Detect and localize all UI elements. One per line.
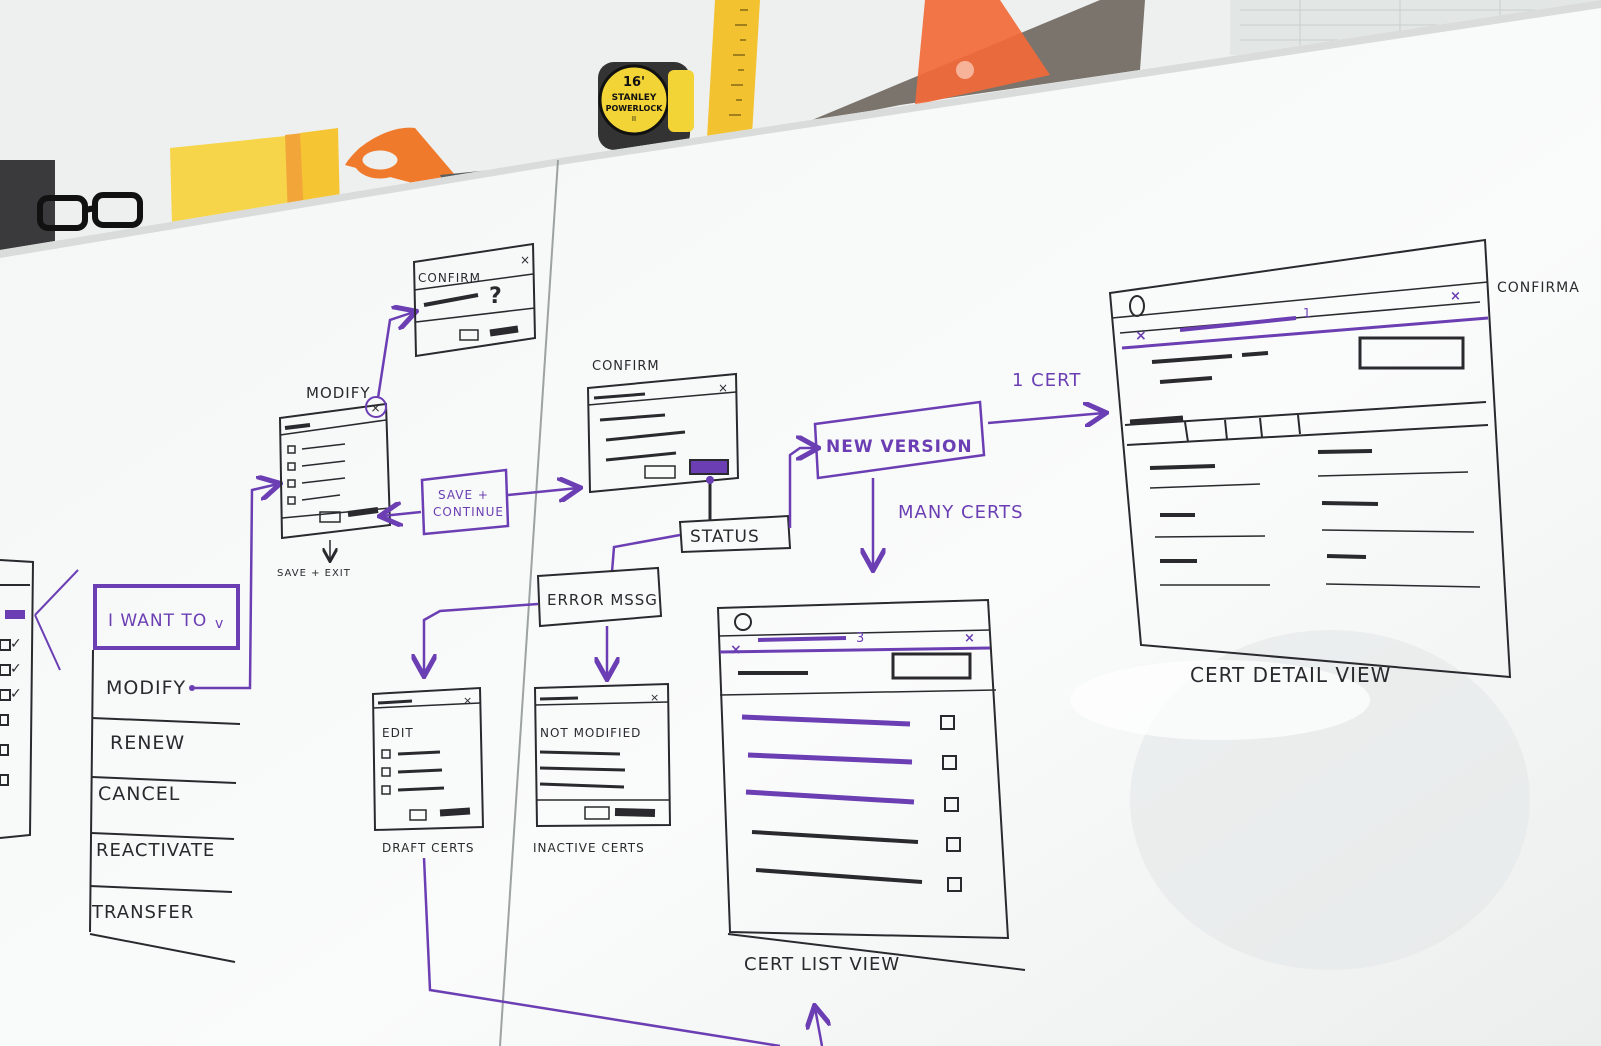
confirm-mid-close[interactable]: ×	[718, 381, 729, 395]
tape-measure: 16' STANLEY POWERLOCK II	[598, 62, 694, 150]
dropdown-caret: v	[215, 616, 224, 632]
modify-close-mark: ×	[370, 401, 381, 415]
stapler	[0, 160, 55, 250]
check-mark-3: ✓	[10, 686, 23, 702]
tape-suffix: II	[632, 115, 636, 123]
menu-item-cancel[interactable]: CANCEL	[98, 783, 180, 805]
cert-list-close-right[interactable]: ×	[964, 631, 976, 646]
cert-list-close-left[interactable]: ×	[730, 642, 743, 658]
save-exit-label: SAVE + EXIT	[277, 568, 351, 579]
draft-close[interactable]: ×	[463, 694, 473, 707]
new-version-label: NEW VERSION	[826, 437, 973, 457]
tape-brand: STANLEY	[612, 93, 657, 103]
one-cert-label: 1 CERT	[1012, 370, 1081, 391]
menu-item-renew[interactable]: RENEW	[110, 732, 185, 754]
cert-detail-close-left[interactable]: ×	[1135, 328, 1148, 344]
yellow-ruler	[707, 0, 760, 138]
tape-model: POWERLOCK	[606, 104, 664, 113]
draft-edit-label: EDIT	[382, 726, 414, 740]
many-certs-label: MANY CERTS	[898, 502, 1024, 523]
confirm-top-question: ?	[489, 284, 503, 309]
check-mark-2: ✓	[10, 661, 23, 677]
scene-drawing: 16' STANLEY POWERLOCK II ✓ ✓ ✓ I WANT TO…	[0, 0, 1601, 1046]
error-message-label: ERROR MSSG	[547, 591, 658, 609]
inactive-close[interactable]: ×	[650, 691, 660, 704]
whiteboard-photo: 16' STANLEY POWERLOCK II ✓ ✓ ✓ I WANT TO…	[0, 0, 1601, 1046]
tape-size: 16'	[623, 75, 645, 90]
cert-detail-caption: CERT DETAIL VIEW	[1190, 663, 1391, 687]
confirm-mid-title: CONFIRM	[592, 359, 660, 374]
cert-list-caption: CERT LIST VIEW	[744, 954, 900, 975]
inactive-not-modified: NOT MODIFIED	[540, 726, 641, 740]
dropdown-label: I WANT TO	[108, 611, 207, 631]
confirm-top-title: CONFIRM	[418, 271, 481, 285]
save-continue-line1: SAVE +	[438, 488, 489, 502]
draft-caption: DRAFT CERTS	[382, 841, 475, 855]
menu-item-modify[interactable]: MODIFY	[106, 677, 186, 699]
confirm-top-close[interactable]: ×	[520, 253, 531, 267]
modify-title: MODIFY	[306, 384, 371, 402]
status-label: STATUS	[690, 527, 760, 547]
cert-list-badge: 3	[856, 631, 865, 646]
menu-item-transfer[interactable]: TRANSFER	[91, 902, 194, 923]
cert-detail-side-label: CONFIRMA	[1497, 280, 1580, 296]
menu-item-reactivate[interactable]: REACTIVATE	[96, 840, 215, 861]
cert-detail-badge: 1	[1303, 306, 1312, 320]
check-mark-1: ✓	[10, 636, 23, 652]
inactive-caption: INACTIVE CERTS	[533, 841, 645, 855]
save-continue-line2: CONTINUE	[433, 505, 504, 519]
cert-detail-close-right[interactable]: ×	[1450, 289, 1462, 304]
modify-save-button[interactable]	[347, 507, 379, 517]
